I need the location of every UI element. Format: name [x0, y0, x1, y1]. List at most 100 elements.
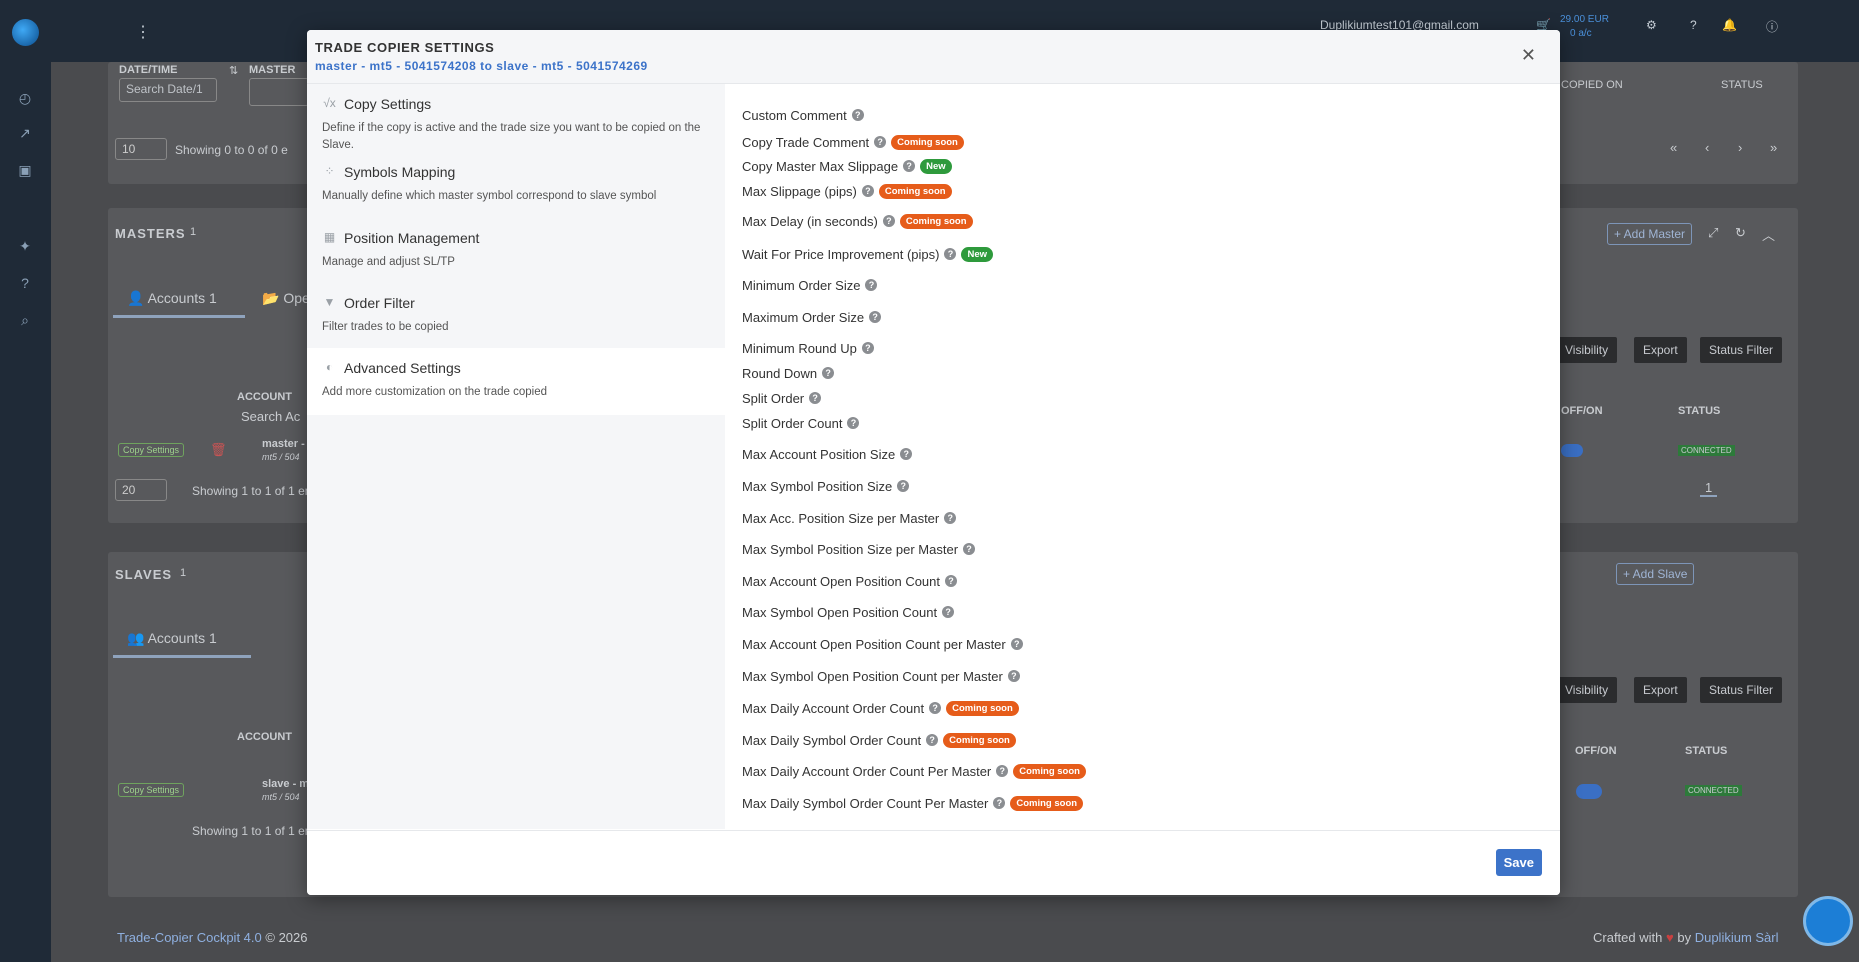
help-icon[interactable]: ?: [945, 575, 958, 587]
date-time-header: DATE/TIME: [119, 64, 178, 76]
add-master-button[interactable]: + Add Master: [1607, 223, 1693, 245]
slave-status-filter-button[interactable]: Status Filter: [1700, 677, 1783, 703]
max-symbol-open-position-count-label: Max Symbol Open Position Count?: [742, 604, 955, 620]
search-master-input[interactable]: [249, 78, 309, 106]
help-icon[interactable]: ?: [900, 448, 913, 460]
page-size-select-2[interactable]: 20: [115, 479, 167, 501]
coming-soon-badge: Coming soon: [946, 700, 1019, 716]
modal-header: TRADE COPIER SETTINGS master - mt5 - 504…: [307, 30, 1560, 84]
dashboard-icon[interactable]: ◴: [17, 90, 33, 106]
collapse-icon[interactable]: ︿: [1762, 225, 1775, 244]
help-icon[interactable]: ?: [942, 606, 955, 618]
help-icon[interactable]: ?: [809, 392, 822, 404]
menu-item-advanced-settings[interactable]: ◐ Advanced Settings Add more customization…: [307, 348, 725, 415]
menu-item-copy-settings[interactable]: √x Copy Settings Define if the copy is act…: [307, 84, 725, 151]
pagination-next-icon[interactable]: ›: [1738, 140, 1742, 155]
max-account-position-size-label: Max Account Position Size?: [742, 446, 913, 462]
max-symbol-position-size-label: Max Symbol Position Size?: [742, 478, 910, 494]
help-icon[interactable]: ?: [1007, 670, 1020, 682]
accounts-tab[interactable]: 👤 Accounts 1: [127, 290, 217, 307]
help-icon[interactable]: ?: [861, 342, 874, 354]
help-icon[interactable]: ?: [1010, 638, 1023, 650]
max-daily-symbol-order-count-per-master-label: Max Daily Symbol Order Count Per Master?…: [742, 795, 1084, 811]
help-icon[interactable]: ?: [847, 417, 860, 429]
help-icon[interactable]: ?: [996, 765, 1009, 777]
sparkle-icon[interactable]: ✦: [17, 238, 33, 254]
search-date-input[interactable]: Search Date/1: [119, 78, 217, 102]
help-icon[interactable]: ?: [1690, 18, 1697, 32]
menu-item-description: Filter trades to be copied: [322, 321, 449, 333]
open-positions-tab[interactable]: 📂 Ope: [262, 290, 310, 307]
copy-master-max-slippage-label: Copy Master Max Slippage? New: [742, 158, 952, 174]
accounts-tab-underline: [113, 315, 245, 318]
close-icon[interactable]: ✕: [1521, 45, 1536, 66]
help-icon[interactable]: ?: [869, 311, 882, 323]
advanced-settings-form: Custom Comment? Copy Trade Comment? Coming…: [725, 84, 1560, 829]
menu-item-symbols-mapping[interactable]: ⁘ Symbols Mapping Manually define which ma…: [307, 152, 725, 219]
max-symbol-position-size-per-master-label: Max Symbol Position Size per Master?: [742, 541, 976, 557]
chart-icon[interactable]: ↗: [17, 125, 33, 141]
sort-icon[interactable]: ⇅: [229, 64, 238, 77]
search-icon[interactable]: ⌕: [17, 312, 33, 328]
save-button[interactable]: Save: [1495, 849, 1542, 876]
delete-icon[interactable]: 🗑: [210, 442, 227, 458]
slave-toggle[interactable]: [1576, 784, 1602, 799]
help-icon[interactable]: ?: [926, 734, 939, 746]
status-filter-button[interactable]: Status Filter: [1700, 337, 1783, 363]
pagination-prev-icon[interactable]: ‹: [1705, 140, 1709, 155]
help-icon[interactable]: ?: [874, 136, 887, 148]
help-icon[interactable]: ?: [865, 279, 878, 291]
question-icon[interactable]: ?: [17, 275, 33, 291]
slave-accounts-tab[interactable]: 👥 Accounts 1: [127, 630, 217, 647]
gear-icon[interactable]: ⚙: [1646, 18, 1657, 32]
master-header: MASTER: [249, 64, 296, 76]
coming-soon-badge: Coming soon: [891, 134, 964, 150]
cart-amount: 29.00 EUR: [1560, 14, 1609, 25]
menu-item-order-filter[interactable]: ▼ Order Filter Filter trades to be copied: [307, 283, 725, 350]
off-on-header: OFF/ON: [1561, 405, 1603, 417]
page-size-select[interactable]: 10: [115, 138, 167, 160]
help-icon[interactable]: ?: [851, 109, 864, 121]
bell-icon[interactable]: 🔔: [1722, 18, 1737, 32]
add-slave-button[interactable]: + Add Slave: [1616, 563, 1695, 585]
copy-trade-comment-label: Copy Trade Comment? Coming soon: [742, 134, 964, 150]
search-account-input[interactable]: Search Ac: [241, 409, 300, 424]
pagination-first-icon[interactable]: «: [1670, 140, 1677, 155]
field-label-text: Wait For Price Improvement (pips): [742, 246, 940, 262]
help-icon[interactable]: ?: [822, 367, 835, 379]
help-icon[interactable]: ?: [963, 543, 976, 555]
page-number[interactable]: 1: [1700, 480, 1718, 497]
slave-copy-settings-button[interactable]: Copy Settings: [118, 783, 185, 797]
slave-export-button[interactable]: Export: [1634, 677, 1687, 703]
image-icon[interactable]: ▣: [17, 162, 33, 178]
max-acc-position-size-per-master-label: Max Acc. Position Size per Master?: [742, 510, 957, 526]
help-icon[interactable]: ?: [897, 480, 910, 492]
field-label-text: Max Account Open Position Count per Mast…: [742, 636, 1006, 652]
field-label-text: Maximum Order Size: [742, 309, 865, 325]
new-badge: New: [920, 158, 952, 174]
slave-visibility-button[interactable]: Visibility: [1556, 677, 1618, 703]
help-icon[interactable]: ?: [944, 512, 957, 524]
chat-support-icon[interactable]: [1803, 896, 1853, 946]
help-icon[interactable]: ?: [993, 797, 1006, 809]
help-icon[interactable]: ?: [929, 702, 942, 714]
menu-item-position-management[interactable]: ▦ Position Management Manage and adjust SL…: [307, 218, 725, 285]
maximum-order-size-label: Maximum Order Size?: [742, 309, 882, 325]
app-logo-icon[interactable]: [12, 19, 39, 46]
expand-icon[interactable]: ⤢: [1708, 225, 1718, 241]
master-toggle[interactable]: [1561, 444, 1583, 457]
help-icon[interactable]: ?: [861, 185, 874, 197]
status-header-masters: STATUS: [1678, 405, 1721, 417]
visibility-button[interactable]: Visibility: [1556, 337, 1618, 363]
kebab-menu-icon[interactable]: ⋮: [135, 22, 151, 42]
export-button[interactable]: Export: [1634, 337, 1687, 363]
info-icon[interactable]: ⓘ: [1766, 18, 1778, 35]
masters-count: 1: [190, 226, 197, 238]
pagination-last-icon[interactable]: »: [1770, 140, 1777, 155]
help-icon[interactable]: ?: [882, 215, 895, 227]
copy-settings-button[interactable]: Copy Settings: [118, 443, 185, 457]
help-icon[interactable]: ?: [944, 248, 957, 260]
max-account-open-position-count-per-master-label: Max Account Open Position Count per Mast…: [742, 636, 1023, 652]
help-icon[interactable]: ?: [903, 160, 916, 172]
refresh-icon[interactable]: ↻: [1735, 225, 1746, 241]
